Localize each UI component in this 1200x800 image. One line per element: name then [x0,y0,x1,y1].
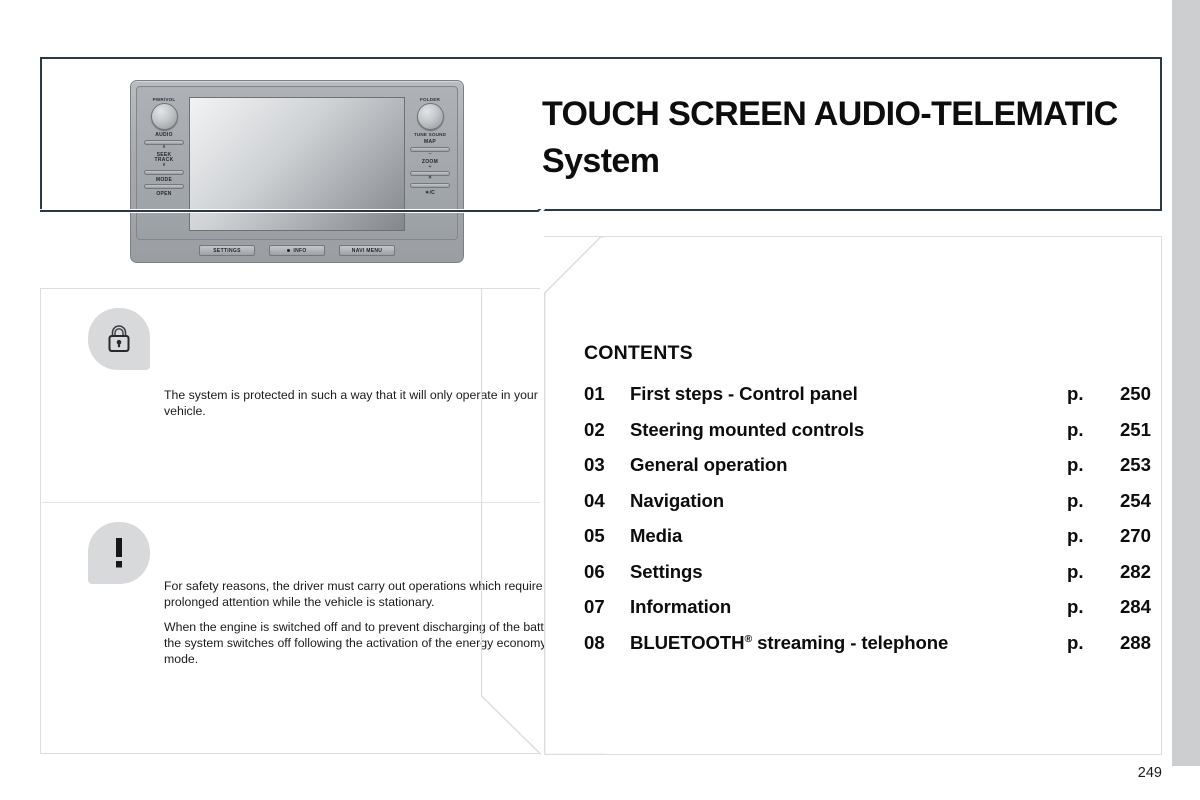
toc-page-label: p. [1067,596,1084,617]
toc-page-number: 282 [1119,560,1151,582]
contents-panel: CONTENTS 01 First steps - Control panel … [544,236,1162,755]
toc-title: Navigation [630,489,725,511]
open-button-label: OPEN [156,191,172,198]
mode-button[interactable] [144,184,184,190]
toc-page-label: p. [1067,525,1084,546]
toc-row[interactable]: 05 Media p. 270 [584,525,1151,561]
notes-panel-chamfer [480,288,543,755]
contents-panel-chamfer [544,236,606,756]
dark-mode-button-label: ✶/C [424,189,436,196]
toc-page-number: 250 [1119,383,1151,404]
toc-title: Media [630,525,683,546]
page-title: TOUCH SCREEN AUDIO-TELEMATIC System [542,91,1152,185]
toc-page-label: p. [1067,383,1084,404]
toc-page-number: 270 [1119,525,1151,546]
toc-title: First steps - Control panel [630,383,858,404]
pwr-vol-knob[interactable] [150,103,178,130]
toc-page-label: p. [1067,631,1084,653]
note-protection: The system is protected in such a way th… [41,289,541,502]
page-number: 249 [1137,765,1162,781]
page-title-line-1: TOUCH SCREEN AUDIO-TELEMATIC [542,95,1118,133]
toc-row[interactable]: 07 Information p. 284 [584,596,1151,632]
header-panel-chamfer [40,209,610,269]
folder-tune-sound-knob[interactable] [416,103,444,130]
pwr-vol-knob-label: PWR/VOL [152,97,176,102]
notes-panel: The system is protected in such a way th… [40,288,563,754]
table-of-contents: 01 First steps - Control panel p. 250 02… [584,383,1151,667]
header-panel: PWR/VOL AUDIO ∧ SEEK TRACK ∨ MODE OPEN F… [40,57,1162,263]
page-title-line-2: System [542,141,660,180]
zoom-out-minus-icon[interactable]: − [428,151,431,157]
padlock-icon [88,308,150,370]
seek-up-arrow-icon[interactable]: ∧ [162,144,166,150]
toc-page-number: 253 [1119,454,1151,475]
tune-sound-knob-label: TUNE SOUND [413,132,447,137]
toc-title-brand: BLUETOOTH [630,631,745,653]
toc-row[interactable]: 02 Steering mounted controls p. 251 [584,419,1151,455]
toc-title: BLUETOOTH® streaming - telephone [630,632,1067,654]
toc-row[interactable]: 06 Settings p. 282 [584,561,1151,597]
toc-row[interactable]: 04 Navigation p. 254 [584,490,1151,526]
toc-page-number: 254 [1119,489,1151,511]
seek-track-button[interactable] [144,169,184,175]
page-edge-shadow [1172,0,1200,766]
toc-page-label: p. [1067,454,1084,475]
toc-title: General operation [630,454,788,475]
toc-title: Steering mounted controls [630,418,865,440]
toc-page-label: p. [1067,489,1084,511]
toc-page-number: 251 [1119,418,1151,440]
zoom-in-plus-icon[interactable]: + [428,164,431,170]
toc-page-number: 284 [1119,596,1151,617]
toc-title-rest: streaming - telephone [752,631,949,653]
toc-page-label: p. [1067,560,1084,582]
toc-page-number: 288 [1119,631,1151,653]
audio-button-label: AUDIO [155,132,173,138]
registered-trademark-icon: ® [744,632,753,645]
toc-row[interactable]: 08 BLUETOOTH® streaming - telephone p. 2… [584,632,1151,668]
map-button-label: MAP [423,139,436,145]
folder-knob-label: FOLDER [419,97,441,102]
mode-button-label: MODE [155,176,173,183]
toc-row[interactable]: 03 General operation p. 253 [584,454,1151,490]
warning-exclamation-icon [88,522,150,584]
toc-title: Information [630,596,732,617]
brightness-button[interactable] [410,182,450,188]
seek-down-arrow-icon[interactable]: ∨ [162,162,166,168]
brightness-icon[interactable]: ☀ [428,176,433,181]
note-safety-warning: For safety reasons, the driver must carr… [41,503,563,754]
toc-row[interactable]: 01 First steps - Control panel p. 250 [584,383,1151,419]
toc-page-label: p. [1067,418,1084,440]
toc-title: Settings [630,560,703,582]
